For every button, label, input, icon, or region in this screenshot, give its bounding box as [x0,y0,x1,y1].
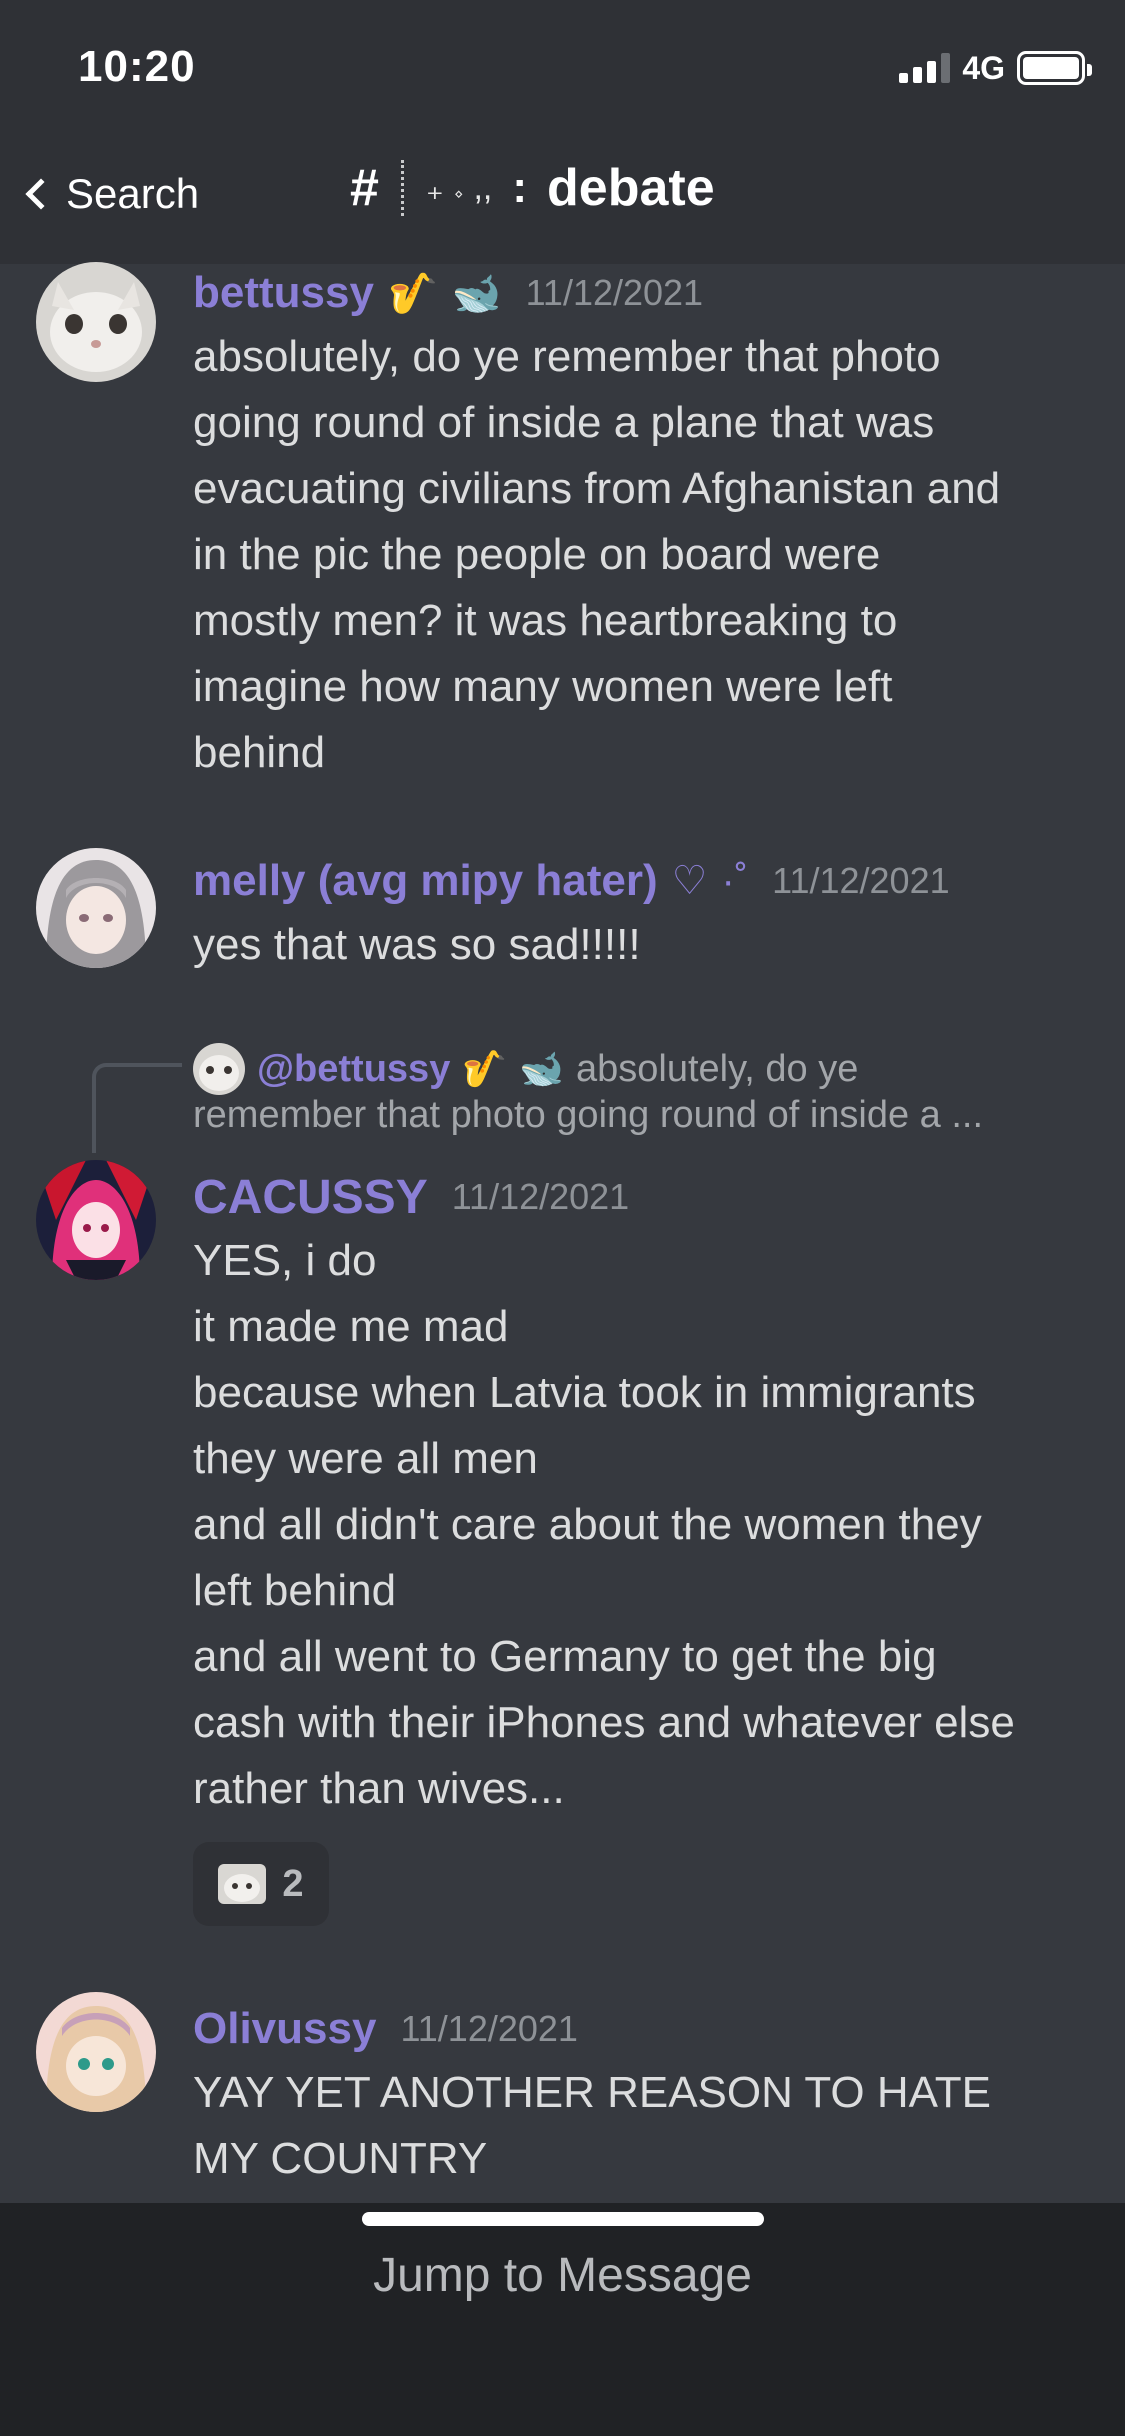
message-text: absolutely, do ye remember that photo go… [193,332,1001,777]
username[interactable]: CACUSSY [193,1170,428,1225]
avatar[interactable] [36,262,156,382]
username[interactable]: bettussy [193,268,374,318]
message-body: bettussy 🎷 🐋 11/12/2021 absolutely, do y… [193,262,1093,786]
message-body: melly (avg mipy hater) ♡ ·˚ 11/12/2021 y… [193,850,1093,978]
bottom-bar: Jump to Message [0,2203,1125,2436]
reply-preview-text: absolutely, do ye [575,1047,859,1090]
channel-decoration: ₊ 𝆹 ,, [425,169,493,207]
reply-header: @bettussy 🎷 🐋 absolutely, do ye [193,1040,1093,1098]
reply-avatar [193,1043,245,1095]
reply-connector [92,1063,182,1153]
avatar[interactable] [36,848,156,968]
avatar[interactable] [36,1160,156,1280]
channel-divider [400,160,404,216]
message-header: CACUSSY 11/12/2021 [193,1166,1093,1228]
status-indicators: 4G [899,48,1092,88]
timestamp: 11/12/2021 [772,860,950,901]
reaction-count: 2 [282,1862,304,1905]
network-type: 4G [962,49,1005,86]
message-header: melly (avg mipy hater) ♡ ·˚ 11/12/2021 [193,850,1093,912]
username[interactable]: melly (avg mipy hater) [193,856,658,906]
channel-hash-icon: # [350,159,379,217]
channel-name: debate [547,159,715,217]
message-text: YAY YET ANOTHER REASON TO HATE MY COUNTR… [193,2068,991,2183]
reply-preview-text-continued: remember that photo going round of insid… [193,1094,984,1136]
avatar[interactable] [36,1992,156,2112]
reply-preview[interactable]: @bettussy 🎷 🐋 absolutely, do ye remember… [193,1040,1093,1137]
sparkle-icon: ·˚ [721,858,749,903]
message-text: yes that was so sad!!!!! [193,920,641,969]
timestamp: 11/12/2021 [525,272,704,313]
chat-screen: 10:20 4G Search # ₊ 𝆹 ,, : debate bettus… [0,0,1125,2436]
heart-outline-icon: ♡ [671,859,708,903]
status-time: 10:20 [78,42,196,91]
top-bar: 10:20 4G Search # ₊ 𝆹 ,, : debate [0,0,1125,264]
reply-mention[interactable]: @bettussy [257,1048,450,1091]
channel-colon: : [512,163,528,212]
home-indicator[interactable] [362,2212,764,2226]
battery-icon [1017,51,1092,85]
back-label: Search [66,170,200,217]
jump-to-message-button[interactable]: Jump to Message [0,2248,1125,2303]
saxophone-icon: 🎷 [462,1048,508,1089]
message-header: Olivussy 11/12/2021 [193,1998,1093,2060]
whale-icon: 🐋 [451,271,502,316]
message-header: bettussy 🎷 🐋 11/12/2021 [193,262,1093,324]
timestamp: 11/12/2021 [451,1176,630,1217]
timestamp: 11/12/2021 [400,2008,578,2049]
reaction[interactable]: 2 [193,1842,329,1926]
whale-icon: 🐋 [519,1048,564,1089]
chevron-left-icon [25,178,57,210]
username[interactable]: Olivussy [193,2004,376,2054]
message-body: CACUSSY 11/12/2021 YES, i do it made me … [193,1166,1093,1822]
signal-icon [899,53,951,83]
message-text: YES, i do it made me mad because when La… [193,1236,1015,1813]
saxophone-icon: 🎷 [387,271,438,316]
back-button[interactable]: Search [22,170,199,218]
channel-title: # ₊ 𝆹 ,, : debate [350,158,715,218]
cat-emoji-icon [218,1864,267,1904]
message-body: Olivussy 11/12/2021 YAY YET ANOTHER REAS… [193,1998,1093,2192]
